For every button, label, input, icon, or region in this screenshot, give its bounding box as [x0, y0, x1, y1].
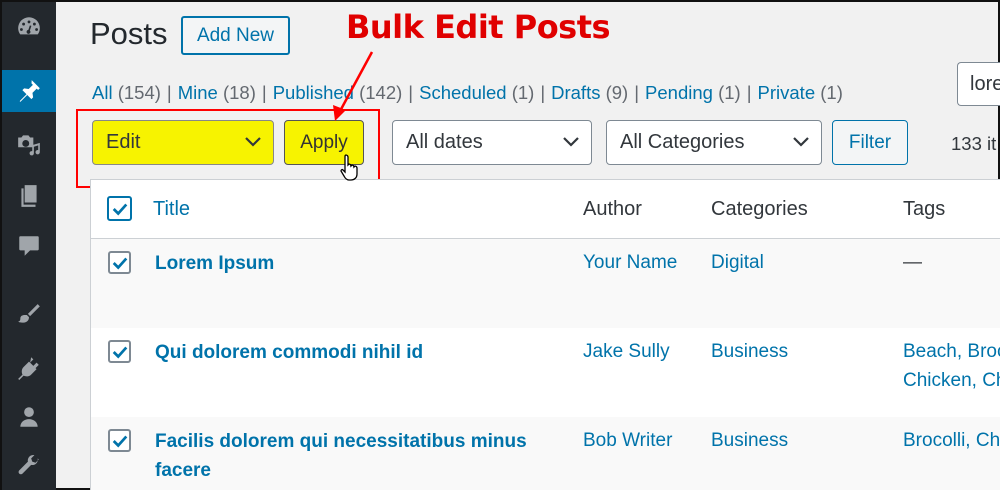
filter-drafts[interactable]: Drafts (9)	[551, 82, 628, 103]
post-category-link[interactable]: Business	[711, 426, 788, 455]
row-checkbox[interactable]	[108, 429, 131, 452]
post-category-link[interactable]: Business	[711, 337, 788, 366]
filter-all[interactable]: All (154)	[92, 82, 161, 103]
posts-table: Title Author Categories Tags Lorem Ipsum…	[90, 179, 1000, 490]
post-tags-links[interactable]: Brocolli, Chi	[903, 426, 1000, 455]
appearance-icon	[18, 304, 40, 323]
media-icon	[18, 135, 40, 156]
checkmark-icon	[112, 346, 127, 358]
post-category-link[interactable]: Digital	[711, 248, 764, 277]
filter-private[interactable]: Private (1)	[758, 82, 843, 103]
post-tags-links[interactable]: Chicken, Ch	[903, 366, 1000, 395]
post-author-link[interactable]: Your Name	[583, 248, 677, 277]
checkmark-icon	[112, 257, 127, 269]
admin-sidebar	[2, 2, 56, 490]
filter-button[interactable]: Filter	[832, 120, 908, 165]
table-row: Facilis dolorem qui necessitatibus minus…	[91, 417, 1000, 490]
hand-cursor-icon	[340, 153, 360, 186]
select-all-checkbox[interactable]	[107, 196, 132, 221]
main-content: Posts Add New Bulk Edit Posts lore All (…	[56, 2, 1000, 490]
tools-icon	[18, 455, 39, 475]
items-count: 133 it	[951, 133, 997, 154]
media-menu-item[interactable]	[2, 123, 56, 165]
annotation-title: Bulk Edit Posts	[346, 8, 611, 46]
row-checkbox[interactable]	[108, 340, 131, 363]
comments-menu-item[interactable]	[2, 225, 56, 267]
categories-filter-select[interactable]: All Categories	[606, 120, 822, 165]
chevron-down-icon	[563, 121, 579, 163]
filter-mine[interactable]: Mine (18)	[178, 82, 256, 103]
checkmark-icon	[112, 435, 127, 447]
table-row: Lorem Ipsum Your Name Digital —	[91, 239, 1000, 328]
comments-icon	[19, 236, 39, 256]
table-row: Qui dolorem commodi nihil id Jake Sully …	[91, 328, 1000, 417]
appearance-menu-item[interactable]	[2, 294, 56, 336]
pages-icon	[21, 185, 37, 207]
add-new-button[interactable]: Add New	[181, 16, 290, 55]
column-author-header: Author	[583, 198, 642, 220]
dates-filter-select[interactable]: All dates	[392, 120, 592, 165]
post-tags-links[interactable]: Beach, Broc	[903, 337, 1000, 366]
column-categories-header: Categories	[711, 198, 808, 220]
plugins-menu-item[interactable]	[2, 346, 56, 388]
bulk-action-value: Edit	[106, 131, 141, 153]
users-menu-item[interactable]	[2, 396, 56, 438]
filter-published[interactable]: Published (142)	[273, 82, 403, 103]
categories-filter-value: All Categories	[620, 131, 745, 153]
tools-menu-item[interactable]	[2, 445, 56, 487]
chevron-down-icon	[793, 121, 809, 163]
column-tags-header: Tags	[903, 198, 946, 220]
plugins-icon	[18, 357, 39, 380]
bulk-action-select[interactable]: Edit	[92, 120, 274, 165]
pin-icon	[19, 80, 40, 102]
posts-menu-item[interactable]	[2, 70, 56, 112]
post-tags-empty: —	[903, 252, 922, 273]
post-title-link[interactable]: Facilis dolorem qui necessitatibus minus	[155, 427, 555, 456]
column-title-header[interactable]: Title	[153, 198, 190, 221]
search-input[interactable]: lore	[957, 62, 1000, 106]
post-author-link[interactable]: Bob Writer	[583, 426, 672, 455]
users-icon	[20, 407, 38, 427]
page-title: Posts	[90, 16, 168, 51]
filter-scheduled[interactable]: Scheduled (1)	[419, 82, 534, 103]
chevron-down-icon	[245, 121, 261, 163]
dashboard-icon	[18, 17, 40, 35]
filter-pending[interactable]: Pending (1)	[645, 82, 741, 103]
dashboard-menu-item[interactable]	[2, 6, 56, 48]
dates-filter-value: All dates	[406, 131, 483, 153]
checkmark-icon	[112, 203, 127, 215]
post-title-link[interactable]: Lorem Ipsum	[155, 249, 555, 278]
status-filter-links: All (154) | Mine (18) | Published (142) | Sche…	[92, 82, 843, 103]
row-checkbox[interactable]	[108, 251, 131, 274]
post-title-link[interactable]: facere	[155, 456, 555, 485]
pages-menu-item[interactable]	[2, 175, 56, 217]
post-author-link[interactable]: Jake Sully	[583, 337, 670, 366]
post-title-link[interactable]: Qui dolorem commodi nihil id	[155, 338, 555, 367]
